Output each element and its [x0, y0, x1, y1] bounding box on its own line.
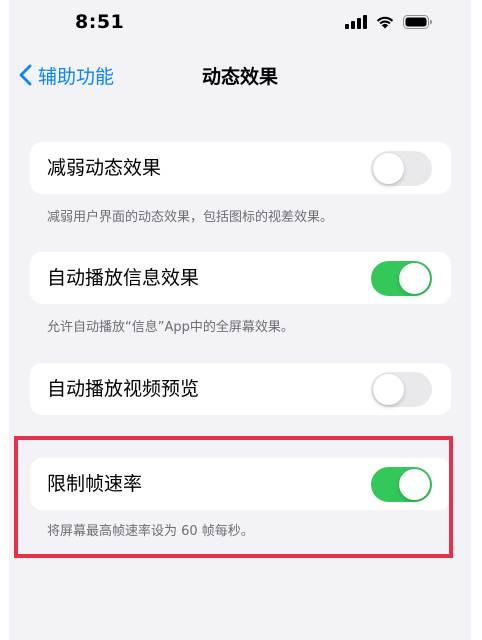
- battery-icon: [403, 14, 432, 29]
- wifi-icon: [376, 16, 394, 29]
- auto-play-video-previews-row: 自动播放视频预览: [30, 363, 451, 415]
- status-time: 8:51: [75, 11, 125, 33]
- reduce-motion-footer: 减弱用户界面的动态效果，包括图标的视差效果。: [47, 210, 334, 225]
- reduce-motion-row: 减弱动态效果: [30, 142, 451, 194]
- toggle-knob: [399, 263, 430, 294]
- auto-play-message-effects-row: 自动播放信息效果: [30, 252, 451, 304]
- auto-play-message-effects-label: 自动播放信息效果: [47, 267, 200, 289]
- toggle-knob: [373, 153, 404, 184]
- auto-play-message-effects-footer: 允许自动播放“信息”App中的全屏幕效果。: [47, 320, 294, 335]
- auto-play-message-effects-toggle[interactable]: [371, 261, 432, 296]
- auto-play-video-previews-label: 自动播放视频预览: [47, 378, 200, 400]
- highlight-box: [14, 436, 453, 558]
- page-title: 动态效果: [201, 66, 278, 88]
- cellular-signal-icon: [345, 14, 367, 29]
- toggle-knob: [373, 374, 404, 405]
- status-icons: [345, 14, 433, 29]
- reduce-motion-label: 减弱动态效果: [47, 157, 162, 179]
- reduce-motion-toggle[interactable]: [371, 151, 432, 186]
- auto-play-video-previews-toggle[interactable]: [371, 372, 432, 407]
